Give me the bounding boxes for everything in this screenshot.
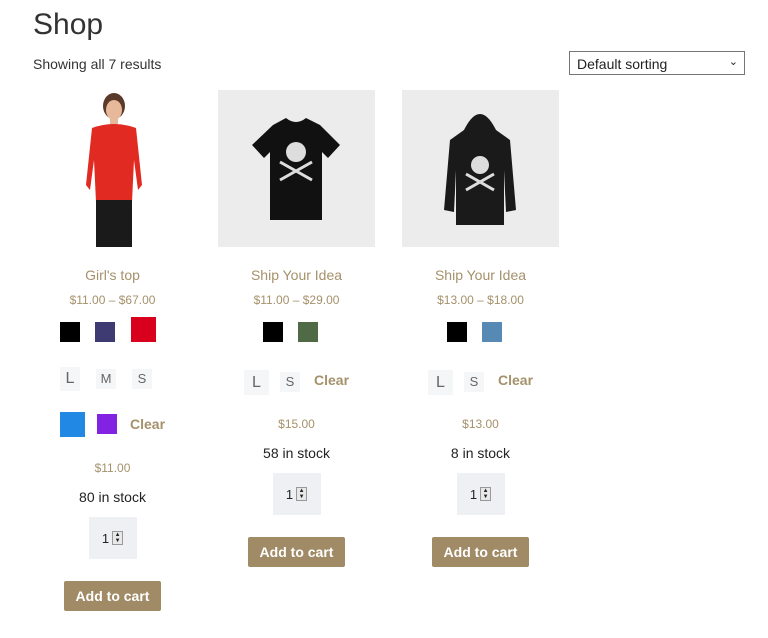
price-range: $13.00 – $18.00 [437,293,524,307]
variation-price: $15.00 [278,417,315,431]
color-swatch-blue[interactable] [60,411,85,437]
color-swatch-navy[interactable] [95,322,115,342]
add-to-cart-button[interactable]: Add to cart [248,537,345,567]
product-card: Ship Your Idea $11.00 – $29.00 L S Clear… [218,90,375,567]
color-swatch-purple[interactable] [97,414,117,434]
size-m[interactable]: M [96,369,116,389]
quantity-stepper[interactable]: 1 ▲ ▼ [456,473,505,515]
size-s[interactable]: S [132,369,152,389]
product-image-girls-top[interactable] [34,90,191,247]
product-card: Girl's top $11.00 – $67.00 L M S Clear $… [34,90,191,611]
price-range: $11.00 – $67.00 [69,293,156,307]
spinner-icon[interactable]: ▲ ▼ [480,487,492,501]
stock-status: 80 in stock [79,489,146,505]
product-name[interactable]: Ship Your Idea [218,267,375,283]
spinner-icon[interactable]: ▲ ▼ [112,531,124,545]
woman-red-top-image [86,93,142,247]
quantity-stepper[interactable]: 1 ▲ ▼ [272,473,321,515]
product-image-hoodie[interactable] [402,90,559,247]
add-to-cart-button[interactable]: Add to cart [64,581,161,611]
stock-status: 58 in stock [263,445,330,461]
size-l[interactable]: L [60,367,80,391]
product-name[interactable]: Girl's top [34,267,191,283]
size-l[interactable]: L [428,369,453,395]
color-swatch-black[interactable] [263,322,283,342]
variation-price: $13.00 [462,417,499,431]
black-hoodie-image [444,114,516,225]
clear-link[interactable]: Clear [130,416,165,432]
product-image-tshirt[interactable] [218,90,375,247]
color-swatch-blue[interactable] [482,322,502,342]
quantity-stepper[interactable]: 1 ▲ ▼ [88,517,137,559]
color-swatch-green[interactable] [298,322,318,342]
spinner-icon[interactable]: ▲ ▼ [296,487,308,501]
color-swatch-black[interactable] [447,322,467,342]
size-l[interactable]: L [244,369,269,395]
add-to-cart-button[interactable]: Add to cart [432,537,529,567]
sorting-value: Default sorting [577,56,668,72]
variation-price: $11.00 [94,461,131,475]
result-count: Showing all 7 results [33,56,162,72]
size-s[interactable]: S [464,372,484,392]
chevron-down-icon: ⌄ [728,56,738,68]
clear-link[interactable]: Clear [314,372,349,388]
product-name[interactable]: Ship Your Idea [402,267,559,283]
black-tshirt-image [252,118,340,220]
stock-status: 8 in stock [450,445,511,461]
page-title: Shop [33,8,104,41]
color-swatch-red[interactable] [131,317,156,342]
quantity-value: 1 [469,486,478,502]
size-s[interactable]: S [280,372,300,392]
color-swatch-black[interactable] [60,322,80,342]
price-range: $11.00 – $29.00 [253,293,340,307]
quantity-value: 1 [285,486,294,502]
clear-link[interactable]: Clear [498,372,533,388]
product-card: Ship Your Idea $13.00 – $18.00 L S Clear… [402,90,559,567]
sorting-select[interactable]: Default sorting ⌄ [569,51,745,75]
quantity-value: 1 [101,530,110,546]
